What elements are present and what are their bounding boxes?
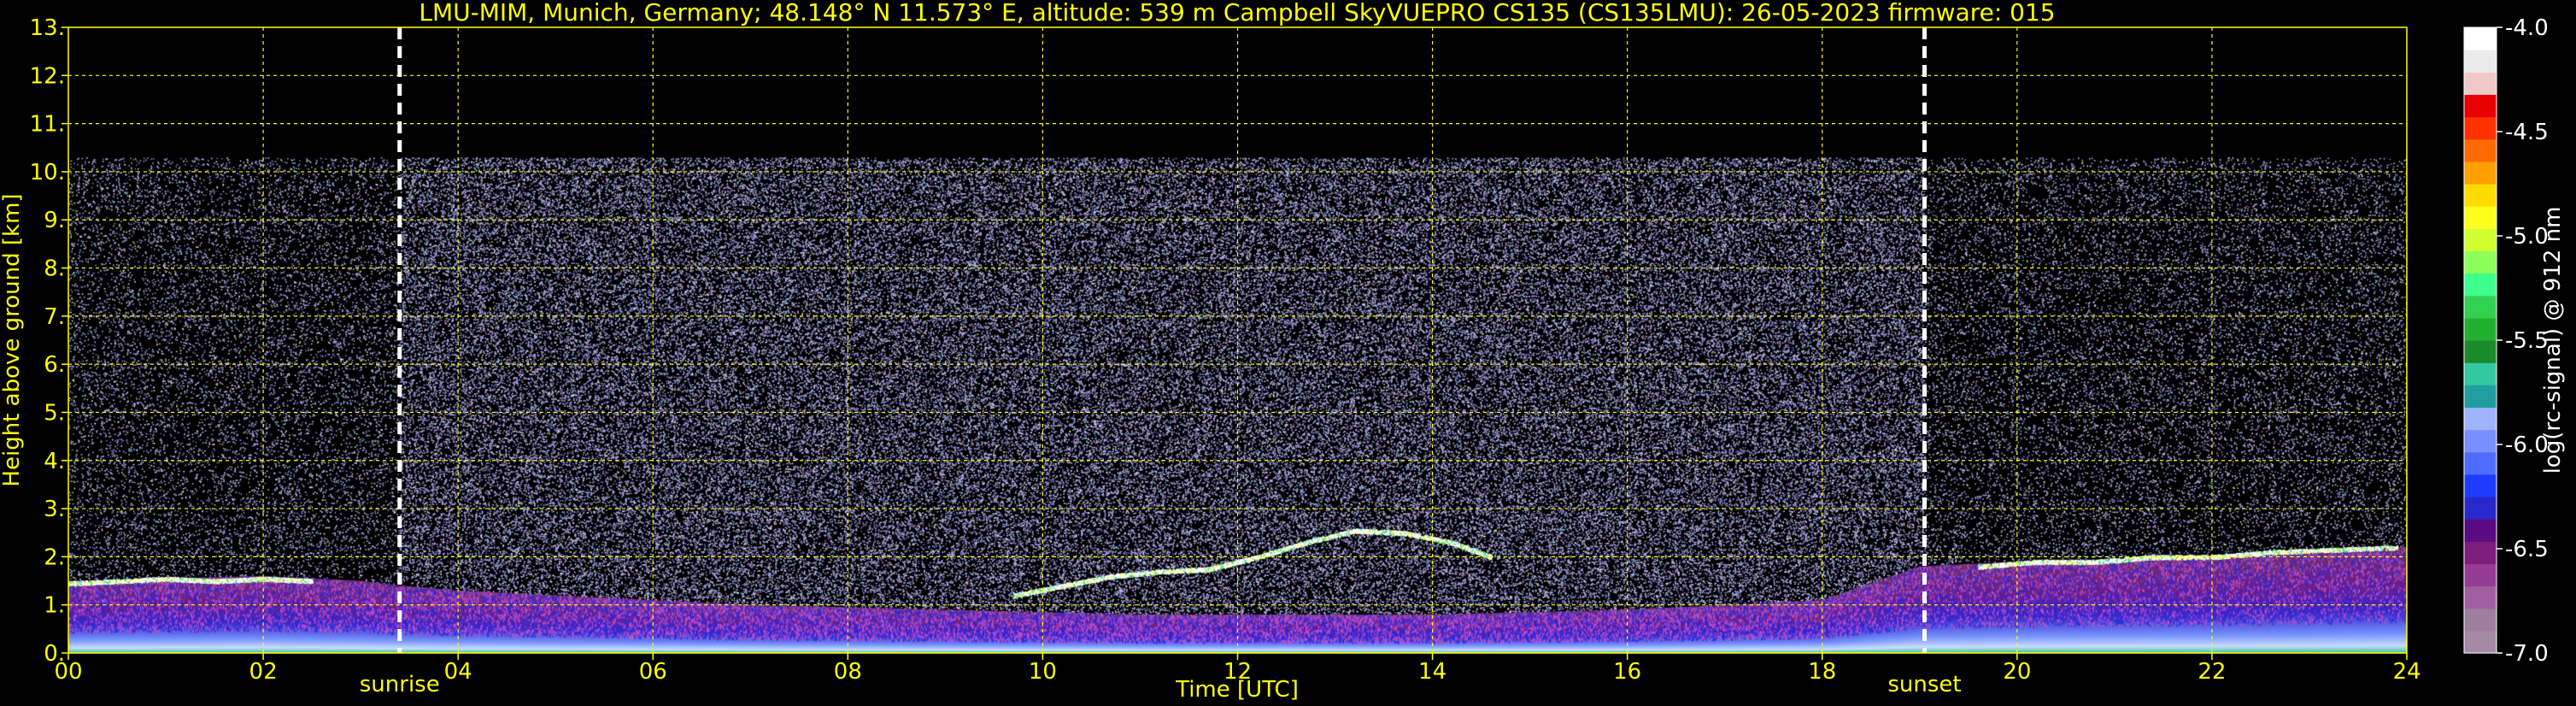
y-tick-label: 3.	[44, 497, 65, 522]
colorbar-segment	[2464, 273, 2497, 297]
colorbar-segment	[2464, 206, 2497, 229]
x-tick-label: 22	[2198, 659, 2226, 685]
colorbar-segment	[2464, 608, 2497, 632]
y-tick-label: 13.	[30, 15, 65, 41]
x-tick-label: 20	[2003, 659, 2031, 685]
x-tick-label: 16	[1613, 659, 1641, 685]
x-tick-label: 08	[834, 659, 862, 685]
colorbar-segment	[2464, 585, 2497, 609]
colorbar-segment	[2464, 295, 2497, 319]
y-tick-label: 8.	[44, 256, 65, 282]
plot-area: sunrise sunset	[67, 26, 2408, 697]
y-tick-label: 1.	[44, 593, 65, 619]
backscatter-image	[68, 27, 2407, 653]
backscatter-field	[68, 27, 2407, 653]
colorbar-segment	[2464, 563, 2497, 587]
x-tick-label: 10	[1029, 659, 1057, 685]
x-tick-label: 04	[444, 659, 472, 685]
y-tick-label: 11.	[30, 112, 65, 138]
x-tick-label: 14	[1418, 659, 1446, 685]
x-tick-label: 24	[2392, 659, 2421, 685]
y-tick-label: 9.	[44, 208, 65, 233]
colorbar-segment	[2464, 116, 2497, 140]
y-tick-label: 7.	[44, 304, 65, 330]
y-tick-label: 4.	[44, 449, 65, 474]
colorbar-segment	[2464, 429, 2497, 453]
x-axis-label: Time [UTC]	[1175, 677, 1299, 703]
chart-title: LMU-MIM, Munich, Germany; 48.148° N 11.5…	[419, 0, 2055, 26]
colorbar-segment	[2464, 497, 2497, 520]
colorbar-segment	[2464, 228, 2497, 252]
colorbar-segment	[2464, 474, 2497, 497]
x-tick-label: 06	[639, 659, 667, 685]
y-tick-label: 10.	[30, 160, 65, 185]
colorbar-segment	[2464, 317, 2497, 341]
colorbar-tick-label: -4.0	[2505, 15, 2549, 41]
colorbar-segment	[2464, 161, 2497, 185]
colorbar-segment	[2464, 94, 2497, 118]
y-tick-label: 12.	[30, 63, 65, 89]
x-tick-label: 18	[1808, 659, 1836, 685]
event-label-sunset: sunset	[1887, 672, 1961, 697]
colorbar-segment	[2464, 541, 2497, 565]
colorbar-segment	[2464, 184, 2497, 207]
colorbar-segment	[2464, 27, 2497, 50]
y-tick-label: 6.	[44, 352, 65, 378]
colorbar-segment	[2464, 407, 2497, 431]
colorbar-segment	[2464, 630, 2497, 654]
y-tick-label: 5.	[44, 400, 65, 426]
colorbar-tick-label: -6.5	[2505, 537, 2549, 562]
y-tick-label: 0.	[44, 641, 65, 667]
y-tick-label: 2.	[44, 544, 65, 570]
colorbar-segment	[2464, 250, 2497, 274]
colorbar-segment	[2464, 385, 2497, 409]
colorbar-segment	[2464, 519, 2497, 542]
y-axis-label: Height above ground [km]	[0, 193, 25, 486]
colorbar-segment	[2464, 138, 2497, 162]
event-label-sunrise: sunrise	[360, 672, 440, 697]
colorbar-segment	[2464, 340, 2497, 363]
colorbar-label: log(rc-signal) @ 912 nm	[2540, 207, 2566, 474]
colorbar-segment	[2464, 451, 2497, 475]
colorbar-segment	[2464, 362, 2497, 385]
colorbar-tick-label: -4.5	[2505, 120, 2549, 145]
colorbar-segment	[2464, 72, 2497, 96]
colorbar-tick-label: -7.0	[2505, 641, 2549, 667]
x-tick-label: 02	[249, 659, 278, 685]
colorbar-segment	[2464, 50, 2497, 73]
ceilometer-figure: LMU-MIM, Munich, Germany; 48.148° N 11.5…	[0, 0, 2576, 706]
